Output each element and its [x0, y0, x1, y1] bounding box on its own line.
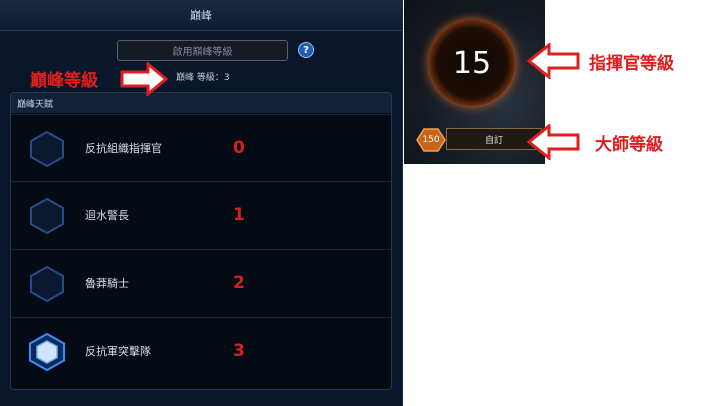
paragon-panel: 巔峰 啟用巔峰等級 ? 巔峰 等級：3 巔峰天賦 反抗組織指揮官 0 迴水警長 … [0, 0, 403, 406]
paragon-level-annotation: 巔峰等級 [30, 71, 98, 91]
master-level-annotation: 大師等級 [595, 135, 663, 155]
hexagon-icon [30, 130, 64, 168]
talent-number: 2 [233, 273, 245, 293]
arrow-left-icon [526, 124, 580, 160]
talent-number: 3 [233, 341, 245, 361]
talent-row[interactable]: 迴水警長 1 [11, 181, 391, 248]
talent-label: 反抗軍突擊隊 [85, 345, 151, 358]
talent-row-active[interactable]: 反抗軍突擊隊 3 [11, 317, 391, 384]
talent-section-title: 巔峰天賦 [11, 93, 391, 113]
talent-label: 迴水警長 [85, 209, 129, 222]
talent-row[interactable]: 反抗組織指揮官 0 [11, 114, 391, 181]
master-level: 150 [422, 135, 440, 145]
talent-number: 1 [233, 205, 245, 225]
arrow-right-icon [120, 62, 169, 96]
talent-label: 反抗組織指揮官 [85, 142, 162, 155]
hexagon-active-icon [29, 333, 65, 371]
commander-level-annotation: 指揮官等級 [589, 54, 674, 74]
talent-number: 0 [233, 138, 245, 158]
hexagon-icon [30, 265, 64, 303]
panel-title: 巔峰 [0, 0, 402, 31]
talent-label: 魯莽騎士 [85, 277, 129, 290]
hexagon-icon [30, 197, 64, 235]
talent-list: 巔峰天賦 反抗組織指揮官 0 迴水警長 1 魯莽騎士 2 反抗軍突擊隊 3 [10, 92, 392, 390]
commander-level: 15 [452, 45, 492, 81]
paragon-level-text: 巔峰 等級：3 [176, 73, 230, 83]
talent-row[interactable]: 魯莽騎士 2 [11, 249, 391, 316]
arrow-left-icon [526, 43, 580, 79]
commander-portrait: 15 150 自訂 [404, 0, 545, 164]
help-icon[interactable]: ? [298, 42, 314, 58]
enable-paragon-button[interactable]: 啟用巔峰等級 [117, 40, 288, 61]
